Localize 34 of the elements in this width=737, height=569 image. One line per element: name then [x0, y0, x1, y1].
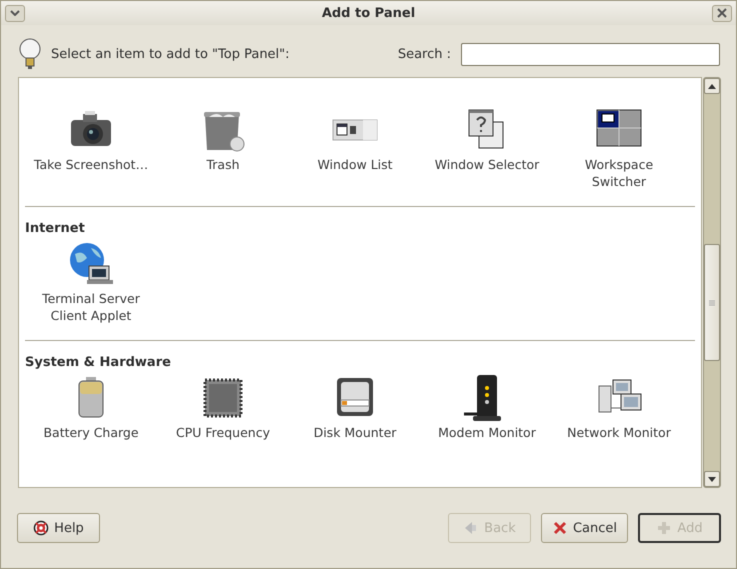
applet-label[interactable]: Terminal Server Client Applet	[29, 290, 153, 324]
cross-icon	[552, 520, 568, 536]
lightbulb-icon	[19, 38, 41, 70]
window-title: Add to Panel	[322, 6, 416, 20]
applet-label[interactable]: Trash	[206, 156, 240, 173]
applet-label[interactable]: Battery Charge	[43, 424, 139, 441]
instruction-text: Select an item to add to "Top Panel":	[51, 46, 291, 62]
applet-label[interactable]: Network Monitor	[567, 424, 671, 441]
scroll-up-button[interactable]	[704, 78, 720, 94]
lifebuoy-icon	[33, 520, 50, 536]
scrollbar[interactable]	[703, 77, 721, 488]
applet-label[interactable]: Disk Mounter	[314, 424, 396, 441]
close-button[interactable]	[712, 4, 732, 22]
search-label: Search :	[398, 46, 451, 62]
chevron-down-icon	[10, 10, 20, 16]
cancel-button[interactable]: Cancel	[540, 513, 628, 543]
applet-label[interactable]: Modem Monitor	[438, 424, 536, 441]
search-field[interactable]	[461, 42, 720, 66]
plus-icon	[656, 520, 672, 536]
section-heading: System & Hardware	[25, 355, 172, 370]
close-icon	[716, 8, 727, 18]
section-heading: Internet	[25, 221, 86, 236]
applet-label[interactable]: Window Selector	[434, 156, 540, 173]
scroll-thumb[interactable]	[704, 244, 720, 361]
applet-label[interactable]: Workspace Switcher	[557, 156, 681, 190]
applet-label[interactable]: Take Screenshot…	[34, 156, 148, 173]
down-arrow-icon	[708, 476, 716, 482]
menu-button[interactable]	[5, 4, 25, 22]
scroll-down-button[interactable]	[704, 471, 720, 487]
grip-icon	[709, 300, 715, 306]
up-arrow-icon	[708, 84, 716, 88]
applet-label[interactable]: Window List	[317, 156, 393, 173]
help-button[interactable]: Help	[17, 513, 100, 543]
applet-label[interactable]: CPU Frequency	[176, 424, 270, 441]
